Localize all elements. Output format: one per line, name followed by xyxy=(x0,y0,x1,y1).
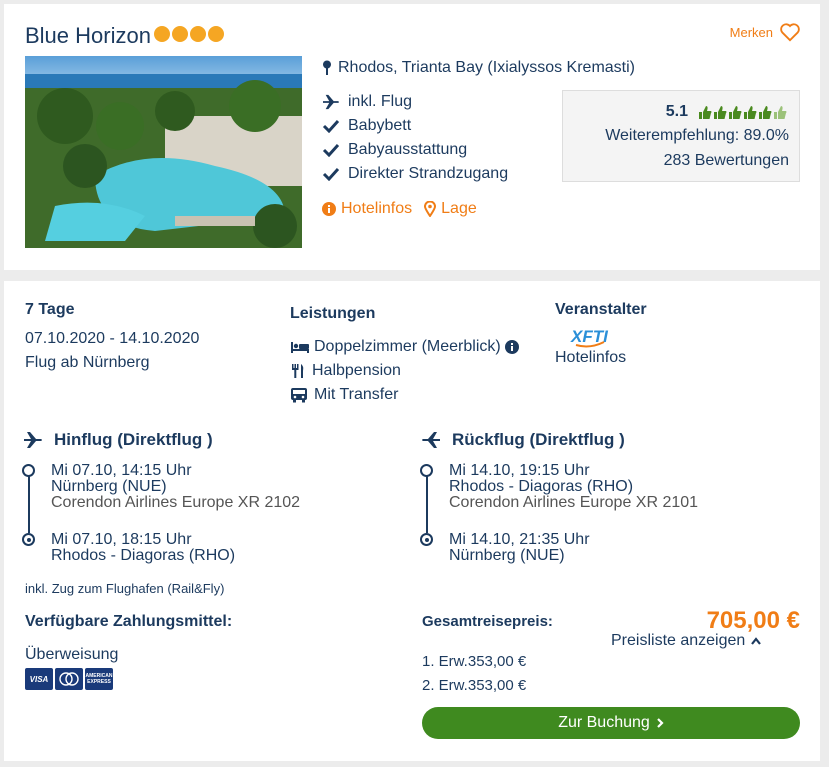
bus-icon xyxy=(291,388,307,403)
traveller-price-2: 2. Erw.353,00 € xyxy=(422,677,527,694)
heart-icon xyxy=(780,23,800,42)
plane-return-icon xyxy=(422,432,440,448)
bed-icon xyxy=(291,342,309,353)
bookmark-button[interactable]: Merken xyxy=(730,22,801,42)
timeline-start xyxy=(22,464,35,477)
return-title: Rückflug (Direktflug ) xyxy=(452,430,625,449)
service-transfer: Mit Transfer xyxy=(290,383,519,407)
hotelinfos-link[interactable]: Hotelinfos xyxy=(322,200,412,218)
bookmark-label: Merken xyxy=(729,24,773,40)
timeline-line xyxy=(28,470,30,533)
fork-knife-icon xyxy=(292,364,304,378)
payment-cards: VISA AMERICAN EXPRESS xyxy=(25,668,113,690)
return-departure: Mi 14.10, 19:15 Uhr Rhodos - Diagoras (R… xyxy=(449,462,699,511)
rating-score: 5.1 xyxy=(665,103,688,120)
book-label: Zur Buchung xyxy=(558,714,650,731)
thumb-up-half-icon xyxy=(774,105,787,119)
feature-item: inkl. Flug xyxy=(322,90,508,114)
trip-dates: 07.10.2020 - 14.10.2020 xyxy=(25,330,200,347)
departure-airport: Flug ab Nürnberg xyxy=(25,354,150,371)
rail-fly-note: inkl. Zug zum Flughafen (Rail&Fly) xyxy=(25,581,225,596)
outbound-arrival: Mi 07.10, 18:15 Uhr Rhodos - Diagoras (R… xyxy=(51,531,236,564)
check-icon xyxy=(322,167,340,181)
thumb-up-icon xyxy=(729,105,742,119)
visa-icon: VISA xyxy=(25,668,53,690)
map-marker-icon xyxy=(424,201,437,217)
traveller-price-1: 1. Erw.353,00 € xyxy=(422,653,527,670)
hotel-location: Rhodos, Trianta Bay (Ixialyssos Kremasti… xyxy=(322,59,635,77)
trip-duration: 7 Tage xyxy=(25,301,75,318)
star-icon xyxy=(190,26,206,42)
star-rating xyxy=(154,26,224,42)
hotel-name[interactable]: Blue Horizon xyxy=(25,23,151,49)
payment-method: Überweisung xyxy=(25,646,119,663)
timeline-start xyxy=(420,464,433,477)
thumb-up-icon xyxy=(744,105,757,119)
operator-title: Veranstalter xyxy=(555,301,647,318)
total-price: 705,00 € xyxy=(706,607,800,634)
feature-item: Direkter Strandzugang xyxy=(322,162,508,186)
outbound-title: Hinflug (Direktflug ) xyxy=(54,430,213,449)
thumbs-rating xyxy=(698,105,787,120)
star-icon xyxy=(172,26,188,42)
thumb-up-icon xyxy=(714,105,727,119)
rating-box[interactable]: 5.1 Weiterempfehlung: 89.0% 283 Bewertun… xyxy=(562,90,800,182)
total-price-label: Gesamtreisepreis: xyxy=(422,613,553,630)
amex-icon: AMERICAN EXPRESS xyxy=(85,668,113,690)
service-room: Doppelzimmer (Meerblick) xyxy=(290,335,519,359)
return-arrival: Mi 14.10, 21:35 Uhr Nürnberg (NUE) xyxy=(449,531,590,564)
feature-item: Babyausstattung xyxy=(322,138,508,162)
timeline-end xyxy=(22,533,35,546)
lage-link[interactable]: Lage xyxy=(424,200,477,218)
outbound-departure: Mi 07.10, 14:15 Uhr Nürnberg (NUE) Coren… xyxy=(51,462,301,511)
services-list: Doppelzimmer (Meerblick) Halbpension Mit… xyxy=(290,335,519,407)
return-header: Rückflug (Direktflug ) xyxy=(420,430,625,450)
hotel-links: Hotelinfos Lage xyxy=(322,200,477,218)
map-pin-icon xyxy=(323,60,331,75)
offer-card: 7 Tage 07.10.2020 - 14.10.2020 Flug ab N… xyxy=(4,281,820,761)
star-icon xyxy=(208,26,224,42)
chevron-right-icon xyxy=(657,718,664,728)
services-title: Leistungen xyxy=(290,305,376,322)
hotel-card: Blue Horizon Merken Rhodos, Trianta Bay … xyxy=(4,4,820,270)
price-list-toggle[interactable]: Preisliste anzeigen xyxy=(611,632,762,650)
outbound-header: Hinflug (Direktflug ) xyxy=(22,430,213,450)
check-icon xyxy=(322,119,340,133)
info-icon xyxy=(322,202,336,216)
review-count: 283 Bewertungen xyxy=(663,152,789,169)
operator-hotelinfos-link[interactable]: Hotelinfos xyxy=(555,349,626,367)
feature-item: Babybett xyxy=(322,114,508,138)
info-icon[interactable] xyxy=(504,340,519,354)
feature-list: inkl. Flug Babybett Babyausstattung Dire… xyxy=(322,90,508,186)
star-icon xyxy=(154,26,170,42)
timeline-line xyxy=(426,470,428,533)
hotel-photo[interactable] xyxy=(25,56,302,248)
timeline-end xyxy=(420,533,433,546)
thumb-up-icon xyxy=(699,105,712,119)
check-icon xyxy=(322,143,340,157)
thumb-up-icon xyxy=(759,105,772,119)
book-button[interactable]: Zur Buchung xyxy=(422,707,800,739)
payment-title: Verfügbare Zahlungsmittel: xyxy=(25,613,233,630)
plane-icon xyxy=(323,94,339,110)
mastercard-icon xyxy=(55,668,83,690)
location-text: Rhodos, Trianta Bay (Ixialyssos Kremasti… xyxy=(338,59,635,76)
plane-departure-icon xyxy=(24,432,42,448)
recommendation-rate: Weiterempfehlung: 89.0% xyxy=(605,127,789,144)
service-board: Halbpension xyxy=(290,359,519,383)
chevron-up-icon xyxy=(751,637,762,645)
